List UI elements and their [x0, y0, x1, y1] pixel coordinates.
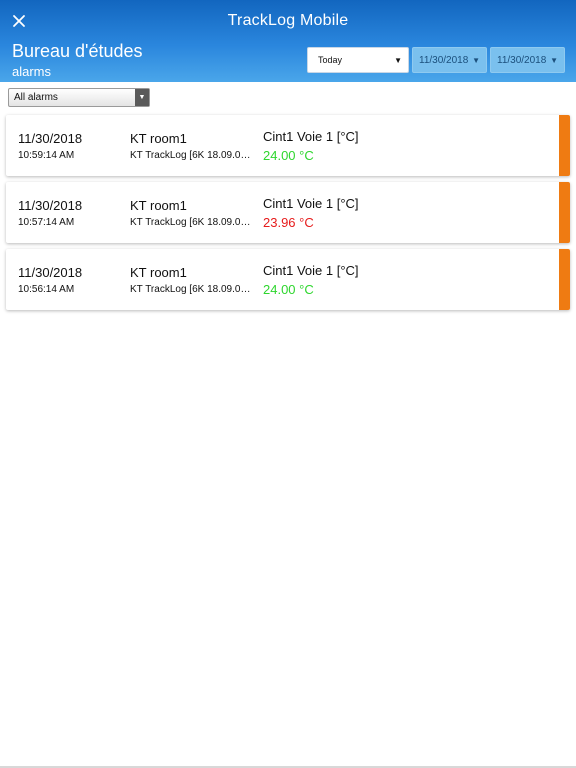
alarm-status-stripe [559, 115, 570, 176]
site-subtitle: alarms [12, 64, 52, 79]
alarm-value: 24.00 °C [263, 282, 314, 297]
alarm-time: 10:56:14 AM [18, 284, 75, 295]
date-from-select[interactable]: 11/30/2018 ▼ [412, 47, 487, 73]
alarm-date: 11/30/2018 [18, 131, 83, 146]
alarm-date: 11/30/2018 [18, 265, 83, 280]
alarm-channel: Cint1 Voie 1 [°C] [263, 129, 359, 144]
period-select[interactable]: Today ▼ [307, 47, 409, 73]
alarm-name: KT room1 [130, 131, 187, 146]
site-title: Bureau d'études [12, 41, 143, 61]
alarm-date: 11/30/2018 [18, 198, 83, 213]
dropdown-arrow-icon: ▼ [550, 56, 558, 65]
dropdown-arrow-icon: ▼ [394, 56, 402, 65]
dropdown-arrow-icon: ▼ [135, 89, 149, 106]
app-title: TrackLog Mobile [227, 12, 349, 29]
alarm-row[interactable]: 11/30/2018 10:56:14 AM KT room1 KT Track… [6, 249, 570, 310]
alarm-status-stripe [559, 249, 570, 310]
app-header: TrackLog Mobile Bureau d'études alarms T… [0, 0, 576, 82]
date-to-value: 11/30/2018 [497, 54, 547, 66]
alarm-filter-select[interactable]: All alarms ▼ [8, 88, 150, 107]
date-from-value: 11/30/2018 [419, 54, 469, 66]
alarm-time: 10:57:14 AM [18, 217, 75, 228]
alarm-device: KT TrackLog [6K 18.09.0… [130, 150, 251, 161]
dropdown-arrow-icon: ▼ [472, 56, 480, 65]
date-to-select[interactable]: 11/30/2018 ▼ [490, 47, 565, 73]
alarm-channel: Cint1 Voie 1 [°C] [263, 263, 359, 278]
alarm-status-stripe [559, 182, 570, 243]
alarm-value: 23.96 °C [263, 215, 314, 230]
alarm-device: KT TrackLog [6K 18.09.0… [130, 284, 251, 295]
alarm-device: KT TrackLog [6K 18.09.0… [130, 217, 251, 228]
alarm-channel: Cint1 Voie 1 [°C] [263, 196, 359, 211]
alarm-name: KT room1 [130, 265, 187, 280]
period-select-value: Today [318, 55, 343, 65]
alarm-value: 24.00 °C [263, 148, 314, 163]
alarm-name: KT room1 [130, 198, 187, 213]
alarm-time: 10:59:14 AM [18, 150, 75, 161]
alarm-row[interactable]: 11/30/2018 10:57:14 AM KT room1 KT Track… [6, 182, 570, 243]
alarm-row[interactable]: 11/30/2018 10:59:14 AM KT room1 KT Track… [6, 115, 570, 176]
alarm-filter-value: All alarms [14, 92, 58, 103]
